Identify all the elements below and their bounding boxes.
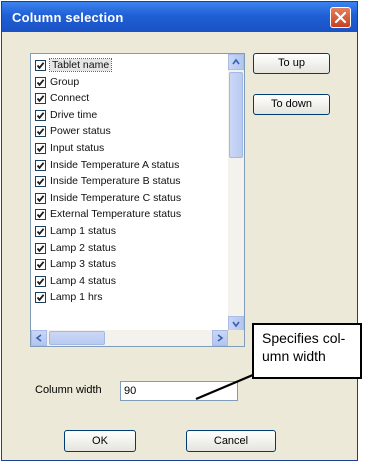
column-list-item-label: Lamp 4 status [50, 274, 116, 287]
checkmark-icon [36, 62, 45, 70]
column-list-item-label: Group [50, 75, 80, 88]
column-list-item-label: Drive time [50, 108, 98, 121]
checkbox[interactable] [35, 292, 46, 304]
column-list-item-label: Power status [50, 125, 111, 138]
column-list-item[interactable]: Tablet name [35, 58, 225, 74]
horizontal-scrollbar[interactable] [31, 330, 244, 346]
column-list-item-label: Input status [50, 142, 105, 154]
column-list-item[interactable]: Lamp 2 status [35, 241, 225, 257]
column-list-item-label: Inside Temperature C status [50, 191, 182, 204]
column-list-item[interactable]: Lamp 1 status [35, 224, 225, 240]
checkmark-icon [36, 278, 45, 285]
arrow-left-icon [35, 334, 42, 342]
column-list-item[interactable]: Inside Temperature A status [35, 158, 225, 174]
callout-box: Specifies col- umn width [252, 323, 362, 379]
checkbox[interactable] [35, 275, 46, 287]
window-title: Column selection [12, 10, 124, 25]
column-width-label: Column width [35, 384, 102, 396]
column-list-item[interactable]: Drive time [35, 108, 225, 124]
column-list-item-label: Tablet name [48, 58, 113, 72]
checkbox[interactable] [35, 242, 46, 254]
callout-line-1: Specifies col- [262, 330, 346, 346]
horizontal-scroll-thumb[interactable] [49, 331, 105, 345]
checkbox[interactable] [35, 109, 46, 121]
checkbox[interactable] [35, 192, 46, 204]
close-icon [334, 11, 347, 24]
column-list-item[interactable]: Lamp 3 status [35, 257, 225, 273]
column-list-item[interactable]: Inside Temperature C status [35, 191, 225, 207]
vertical-scrollbar[interactable] [228, 54, 244, 332]
checkmark-icon [36, 128, 45, 136]
column-list-item-label: Inside Temperature A status [50, 158, 180, 171]
close-button[interactable] [330, 7, 351, 28]
column-list-item-label: Inside Temperature B status [50, 175, 181, 188]
column-list-item[interactable]: Power status [35, 124, 225, 140]
column-selection-dialog: Column selection Tablet name Group Connect… [1, 1, 358, 461]
column-list-item-label: Connect [50, 92, 90, 105]
scroll-right-button[interactable] [212, 330, 228, 346]
column-list-item[interactable]: Input status [35, 141, 225, 157]
column-list-item[interactable]: Lamp 1 hrs [35, 290, 225, 306]
column-list-item[interactable]: Inside Temperature B status [35, 174, 225, 190]
move-up-button[interactable]: To up [253, 53, 330, 74]
move-down-button[interactable]: To down [253, 94, 330, 115]
column-list-item-label: Lamp 1 status [50, 225, 116, 237]
checkmark-icon [36, 78, 45, 86]
scroll-corner [228, 330, 244, 346]
column-list-item-label: External Temperature status [50, 208, 182, 221]
column-list-item[interactable]: External Temperature status [35, 207, 225, 223]
checkbox[interactable] [35, 60, 46, 71]
column-list-item[interactable]: Connect [35, 91, 225, 107]
arrow-right-icon [217, 334, 224, 342]
checkbox[interactable] [35, 126, 46, 138]
checkbox[interactable] [35, 226, 46, 237]
arrow-up-icon [232, 58, 240, 65]
ok-button[interactable]: OK [64, 430, 136, 452]
checkbox[interactable] [35, 143, 46, 154]
vertical-scroll-thumb[interactable] [229, 72, 243, 158]
checkmark-icon [36, 112, 45, 119]
checkmark-icon [36, 244, 45, 252]
column-list-item-label: Lamp 3 status [50, 258, 116, 271]
column-list[interactable]: Tablet name Group Connect Drive time Power s… [30, 53, 245, 347]
checkbox[interactable] [35, 159, 46, 171]
checkmark-icon [36, 161, 45, 169]
checkmark-icon [36, 145, 45, 153]
checkmark-icon [36, 195, 45, 202]
checkbox[interactable] [35, 209, 46, 221]
column-list-items: Tablet name Group Connect Drive time Power s… [31, 54, 228, 332]
title-bar[interactable]: Column selection [2, 2, 357, 32]
arrow-down-icon [232, 321, 240, 328]
checkmark-icon [36, 211, 45, 219]
checkmark-icon [36, 228, 45, 236]
callout-line-2: umn width [262, 348, 326, 364]
checkbox[interactable] [35, 259, 46, 271]
column-width-input[interactable]: 90 [120, 381, 238, 401]
scroll-left-button[interactable] [31, 330, 47, 346]
checkmark-icon [36, 95, 45, 103]
scroll-up-button[interactable] [228, 54, 244, 70]
checkbox[interactable] [35, 76, 46, 88]
column-list-item[interactable]: Lamp 4 status [35, 274, 225, 290]
column-list-item-label: Lamp 1 hrs [50, 291, 103, 304]
checkmark-icon [36, 294, 45, 302]
checkbox[interactable] [35, 93, 46, 105]
checkmark-icon [36, 261, 45, 269]
checkbox[interactable] [35, 176, 46, 188]
checkmark-icon [36, 178, 45, 186]
column-list-item[interactable]: Group [35, 75, 225, 91]
column-list-item-label: Lamp 2 status [50, 241, 116, 254]
cancel-button[interactable]: Cancel [186, 430, 276, 452]
